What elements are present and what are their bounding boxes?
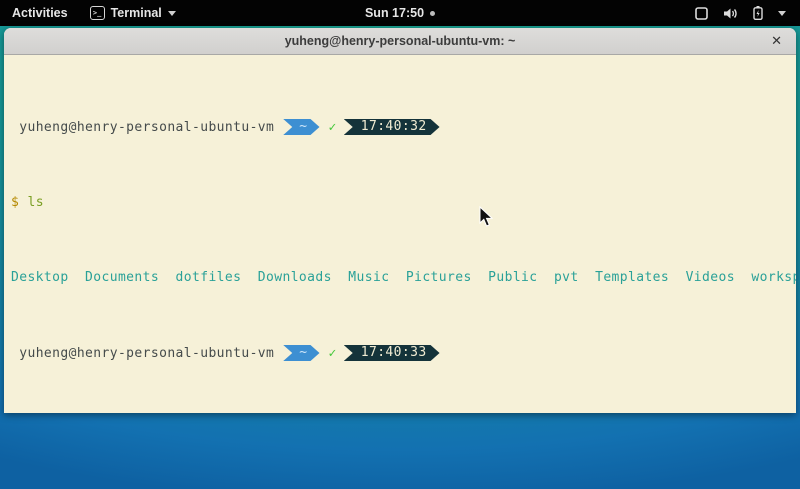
prompt-line-2: yuheng@henry-personal-ubuntu-vm ~ ✓ 17:4…: [11, 345, 796, 361]
clock-label[interactable]: Sun 17:50: [365, 6, 424, 20]
screen: Activities >_ Terminal Sun 17:50: [0, 0, 800, 489]
prompt-user: yuheng@henry-personal-ubuntu-vm: [11, 120, 274, 135]
close-button[interactable]: ✕: [771, 28, 782, 55]
app-menu-label: Terminal: [111, 6, 162, 20]
app-menu-terminal[interactable]: >_ Terminal: [80, 0, 186, 26]
prompt-line-1: yuheng@henry-personal-ubuntu-vm ~ ✓ 17:4…: [11, 119, 796, 135]
chevron-down-icon: [778, 11, 786, 16]
prompt-time-segment: 17:40:32: [344, 119, 440, 135]
system-status-area[interactable]: [695, 0, 800, 26]
volume-icon: [723, 7, 738, 20]
command-line: $ ls: [11, 195, 796, 210]
prompt-path-segment: ~: [283, 119, 319, 135]
screen-icon: [695, 7, 708, 20]
gnome-top-bar: Activities >_ Terminal Sun 17:50: [0, 0, 800, 26]
ls-output: Desktop Documents dotfiles Downloads Mus…: [11, 270, 796, 285]
notification-dot-icon: [430, 11, 435, 16]
checkmark-icon: ✓: [329, 120, 337, 135]
prompt-user: yuheng@henry-personal-ubuntu-vm: [11, 346, 274, 361]
terminal-content[interactable]: yuheng@henry-personal-ubuntu-vm ~ ✓ 17:4…: [4, 55, 796, 413]
prompt-path-segment: ~: [283, 345, 319, 361]
checkmark-icon: ✓: [329, 346, 337, 361]
terminal-window: yuheng@henry-personal-ubuntu-vm: ~ ✕ yuh…: [4, 28, 796, 413]
prompt-time-segment: 17:40:33: [344, 345, 440, 361]
terminal-app-icon: >_: [90, 6, 105, 20]
activities-button[interactable]: Activities: [0, 0, 80, 26]
window-titlebar[interactable]: yuheng@henry-personal-ubuntu-vm: ~ ✕: [4, 28, 796, 55]
command-text: ls: [27, 195, 43, 210]
prompt-dollar: $: [11, 195, 19, 210]
chevron-down-icon: [168, 11, 176, 16]
battery-charging-icon: [753, 6, 763, 20]
window-title: yuheng@henry-personal-ubuntu-vm: ~: [285, 34, 516, 48]
